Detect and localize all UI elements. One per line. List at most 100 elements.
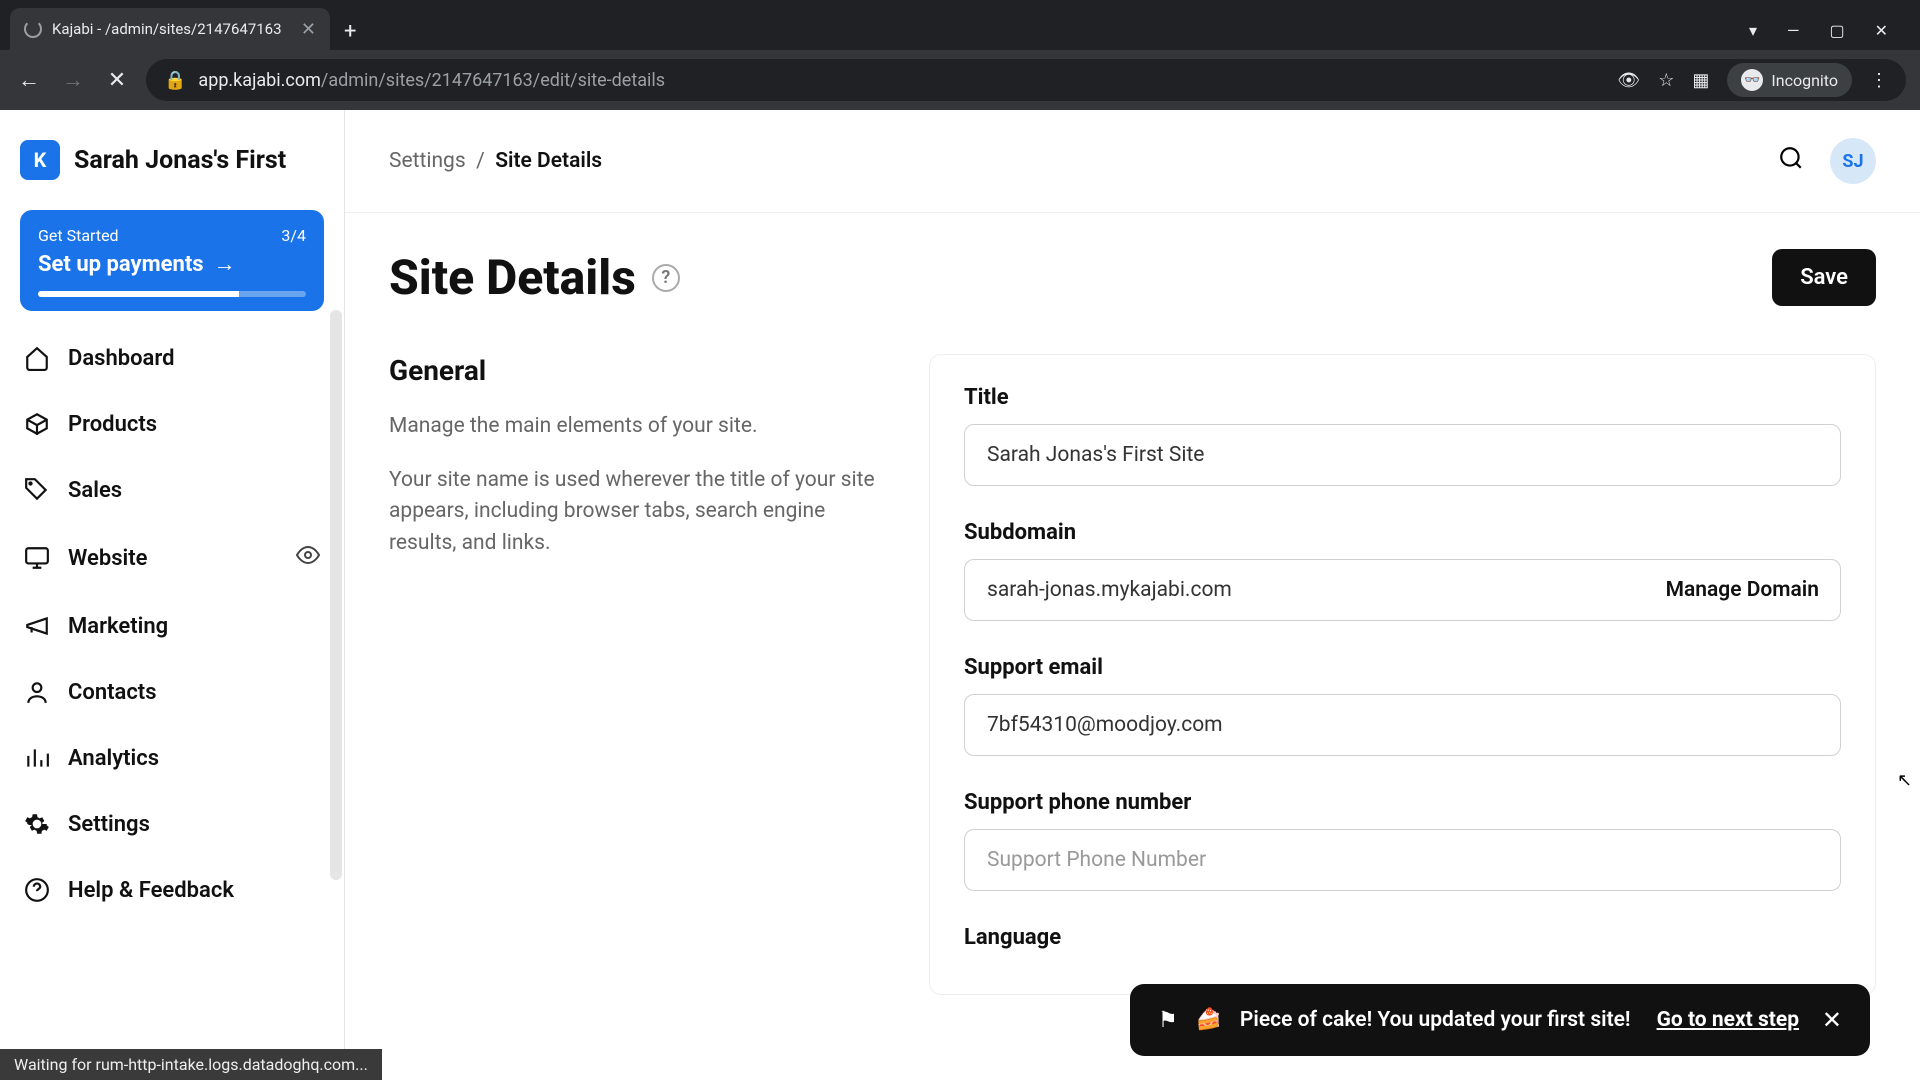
loading-spinner-icon	[24, 20, 42, 38]
breadcrumb-root[interactable]: Settings	[389, 149, 466, 173]
page-content: Site Details ? Save General Manage the m…	[345, 213, 1920, 1031]
toast-link[interactable]: Go to next step	[1657, 1008, 1799, 1032]
save-button[interactable]: Save	[1772, 249, 1876, 306]
get-started-counter: 3/4	[281, 226, 306, 245]
app-shell: K Sarah Jonas's First Get Started 3/4 Se…	[0, 110, 1920, 1080]
sidebar-item-website[interactable]: Website	[14, 529, 330, 587]
language-label: Language	[964, 925, 1841, 950]
sidebar-item-label: Sales	[68, 478, 122, 503]
box-icon	[24, 411, 50, 437]
eye-icon[interactable]	[296, 543, 320, 573]
form-card: Title Subdomain Manage Domain Support em…	[929, 354, 1876, 995]
maximize-icon[interactable]: ▢	[1829, 21, 1844, 40]
help-tooltip-icon[interactable]: ?	[652, 264, 680, 292]
gear-icon	[24, 811, 50, 837]
sidebar-item-marketing[interactable]: Marketing	[14, 599, 330, 653]
brand-name: Sarah Jonas's First	[74, 146, 286, 175]
tab-bar: Kajabi - /admin/sites/2147647163 ✕ + ▾ —…	[0, 0, 1920, 50]
url-path: /admin/sites/2147647163/edit/site-detail…	[321, 70, 665, 91]
flag-icon: ⚑	[1158, 1008, 1178, 1033]
bar-chart-icon	[24, 745, 50, 771]
url-domain: app.kajabi.com	[198, 70, 320, 91]
toast-emoji: 🍰	[1196, 1008, 1222, 1032]
extensions-icon[interactable]: ▦	[1692, 70, 1709, 91]
sidebar-item-label: Contacts	[68, 680, 157, 705]
support-phone-input[interactable]	[964, 829, 1841, 891]
incognito-icon: 👓	[1741, 69, 1763, 91]
home-icon	[24, 345, 50, 371]
sidebar-item-label: Help & Feedback	[68, 878, 234, 903]
arrow-right-icon: →	[214, 251, 236, 277]
new-tab-button[interactable]: +	[330, 19, 370, 50]
avatar[interactable]: SJ	[1830, 138, 1876, 184]
megaphone-icon	[24, 613, 50, 639]
sidebar-item-sales[interactable]: Sales	[14, 463, 330, 517]
incognito-label: Incognito	[1771, 71, 1838, 90]
user-icon	[24, 679, 50, 705]
browser-chrome: Kajabi - /admin/sites/2147647163 ✕ + ▾ —…	[0, 0, 1920, 110]
support-email-label: Support email	[964, 655, 1841, 680]
sidebar-item-label: Marketing	[68, 614, 168, 639]
subdomain-label: Subdomain	[964, 520, 1841, 545]
manage-domain-link[interactable]: Manage Domain	[1666, 578, 1819, 602]
monitor-icon	[24, 545, 50, 571]
toast-notification: ⚑ 🍰 Piece of cake! You updated your firs…	[1130, 984, 1870, 1056]
section-desc-1: Manage the main elements of your site.	[389, 411, 889, 443]
support-phone-label: Support phone number	[964, 790, 1841, 815]
support-email-input[interactable]	[964, 694, 1841, 756]
get-started-card[interactable]: Get Started 3/4 Set up payments →	[20, 210, 324, 311]
sidebar-item-contacts[interactable]: Contacts	[14, 665, 330, 719]
sidebar-item-dashboard[interactable]: Dashboard	[14, 331, 330, 385]
page-title: Site Details	[389, 249, 636, 306]
section-desc-2: Your site name is used wherever the titl…	[389, 465, 889, 560]
tab-title: Kajabi - /admin/sites/2147647163	[52, 20, 282, 38]
title-label: Title	[964, 385, 1841, 410]
back-button[interactable]: ←	[14, 65, 44, 95]
browser-toolbar: ← → ✕ 🔒 app.kajabi.com/admin/sites/21476…	[0, 50, 1920, 110]
heading-row: Site Details ? Save	[389, 249, 1876, 306]
tag-icon	[24, 477, 50, 503]
sidebar: K Sarah Jonas's First Get Started 3/4 Se…	[0, 110, 345, 1080]
sidebar-item-label: Products	[68, 412, 157, 437]
eye-off-icon[interactable]: 👁	[1617, 70, 1640, 91]
address-bar[interactable]: 🔒 app.kajabi.com/admin/sites/2147647163/…	[146, 59, 1906, 101]
get-started-cta: Set up payments	[38, 252, 204, 277]
sidebar-item-settings[interactable]: Settings	[14, 797, 330, 851]
kebab-menu-icon[interactable]: ⋮	[1870, 70, 1888, 91]
sidebar-item-products[interactable]: Products	[14, 397, 330, 451]
sidebar-item-label: Analytics	[68, 746, 159, 771]
lock-icon: 🔒	[164, 70, 186, 91]
chevron-down-icon[interactable]: ▾	[1749, 21, 1757, 40]
toast-message: Piece of cake! You updated your first si…	[1240, 1008, 1631, 1032]
browser-status-bar: Waiting for rum-http-intake.logs.datadog…	[0, 1049, 382, 1080]
sidebar-item-label: Dashboard	[68, 346, 174, 371]
title-input[interactable]	[964, 424, 1841, 486]
browser-tab[interactable]: Kajabi - /admin/sites/2147647163 ✕	[10, 8, 330, 50]
sidebar-item-label: Website	[68, 546, 147, 571]
sidebar-item-analytics[interactable]: Analytics	[14, 731, 330, 785]
sidebar-item-help[interactable]: Help & Feedback	[14, 863, 330, 917]
brand[interactable]: K Sarah Jonas's First	[14, 130, 330, 204]
get-started-label: Get Started	[38, 226, 119, 245]
get-started-progress	[38, 291, 306, 297]
stop-reload-button[interactable]: ✕	[102, 65, 132, 95]
main-content: Settings / Site Details SJ Site Details …	[345, 110, 1920, 1080]
avatar-initials: SJ	[1842, 151, 1863, 172]
breadcrumb-current: Site Details	[495, 149, 602, 173]
window-controls: ▾ — ▢ ✕	[1727, 21, 1910, 50]
sidebar-item-label: Settings	[68, 812, 150, 837]
topbar: Settings / Site Details SJ	[345, 110, 1920, 213]
star-icon[interactable]: ☆	[1658, 70, 1674, 91]
forward-button: →	[58, 65, 88, 95]
help-icon	[24, 877, 50, 903]
section-title: General	[389, 354, 889, 387]
incognito-badge: 👓 Incognito	[1727, 63, 1852, 97]
minimize-icon[interactable]: —	[1787, 21, 1800, 40]
toast-close-icon[interactable]: ✕	[1822, 1006, 1842, 1034]
section-intro: General Manage the main elements of your…	[389, 354, 889, 995]
search-icon[interactable]	[1778, 145, 1804, 177]
close-tab-icon[interactable]: ✕	[301, 19, 316, 40]
brand-logo-icon: K	[20, 140, 60, 180]
sidebar-nav: Dashboard Products Sales Website Marketi…	[14, 331, 330, 917]
close-window-icon[interactable]: ✕	[1875, 21, 1888, 40]
